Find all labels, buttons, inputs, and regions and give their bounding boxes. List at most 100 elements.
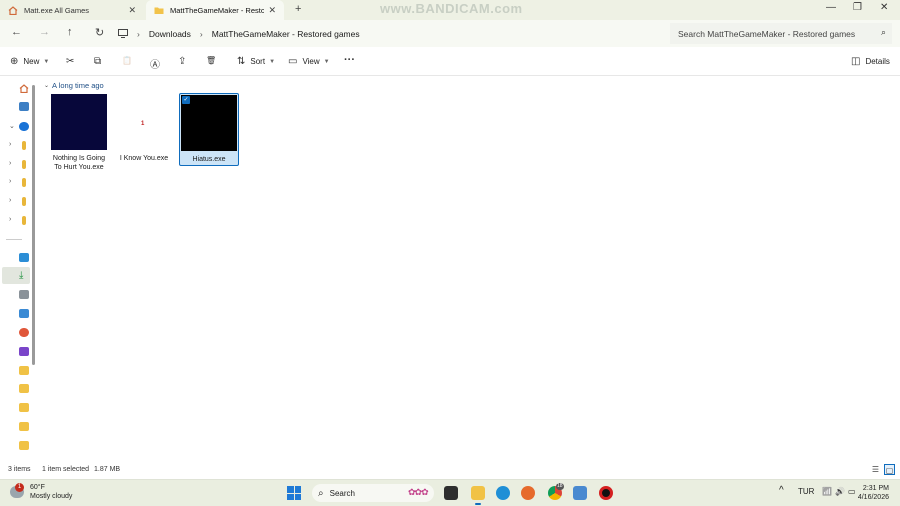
address-bar: ← → ↑ ↻ › Downloads › MattTheGameMaker -… (0, 20, 900, 47)
folder-icon[interactable] (19, 403, 29, 412)
wifi-icon[interactable]: 📶 (822, 487, 832, 496)
language-indicator[interactable]: TUR (798, 487, 814, 496)
folder-icon[interactable] (19, 384, 29, 393)
folder-icon[interactable] (22, 197, 26, 206)
back-button[interactable]: ← (11, 26, 22, 38)
taskbar: 1 60°F Mostly cloudy ⌕ Search ✿✿✿ 18 ^ T… (0, 479, 900, 506)
pictures-icon[interactable] (19, 309, 29, 318)
sort-button[interactable]: ⇅ Sort ▼ (237, 56, 275, 67)
tab-restored-games[interactable]: MattTheGameMaker - Restore ✕ (146, 0, 284, 20)
clipboard-icon: 📋 (122, 56, 132, 65)
clock-time: 2:31 PM (862, 485, 889, 492)
file-item[interactable]: Nothing Is Going To Hurt You.exe (49, 93, 109, 172)
rename-button[interactable]: Ⓐ (150, 56, 165, 71)
tiles-view-icon[interactable]: ▢ (884, 464, 895, 475)
monitor-icon[interactable] (118, 29, 128, 38)
item-count: 3 items (8, 466, 31, 473)
new-button[interactable]: ⊕ New ▼ (10, 56, 49, 67)
close-tab-icon[interactable]: ✕ (128, 5, 136, 16)
checkbox-checked-icon[interactable]: ✓ (182, 96, 190, 104)
view-icon: ▭ (288, 56, 298, 67)
volume-icon[interactable]: 🔊 (835, 487, 845, 496)
terminal-app-icon[interactable] (444, 486, 458, 500)
close-tab-icon[interactable]: ✕ (268, 5, 276, 16)
view-button[interactable]: ▭ View ▼ (288, 56, 330, 67)
cut-button[interactable]: ✂ (66, 56, 79, 67)
breadcrumb-current-folder[interactable]: MattTheGameMaker - Restored games (212, 29, 360, 39)
folder-icon[interactable] (22, 178, 26, 187)
clock[interactable]: 2:31 PM 4/16/2026 (855, 484, 889, 502)
onedrive-icon[interactable] (19, 122, 29, 131)
new-tab-button[interactable]: + (295, 3, 301, 15)
file-name: Nothing Is Going To Hurt You.exe (52, 155, 106, 171)
details-view-icon[interactable]: ☰ (870, 464, 881, 475)
nav-scrollbar[interactable] (32, 85, 35, 365)
scissors-icon: ✂ (66, 56, 75, 67)
selection-size: 1.87 MB (94, 466, 121, 473)
new-label: New (23, 57, 40, 66)
file-item[interactable]: 1 I Know You.exe (114, 93, 174, 163)
folder-icon[interactable] (19, 366, 29, 375)
tab-title: Matt.exe All Games (24, 5, 90, 15)
folder-icon[interactable] (22, 160, 26, 169)
paste-button[interactable]: 📋 (122, 56, 137, 65)
file-item-selected[interactable]: ✓ Hiatus.exe (179, 93, 239, 166)
desktop-icon[interactable] (19, 253, 29, 262)
group-label: A long time ago (52, 81, 104, 90)
tab-matt-all-games[interactable]: Matt.exe All Games ✕ (0, 0, 144, 20)
firefox-app-icon[interactable] (521, 486, 535, 500)
share-button[interactable]: ⇪ (178, 56, 191, 67)
delete-button[interactable]: 🗑 (206, 56, 221, 65)
chrome-app-icon[interactable]: 18 (548, 483, 564, 500)
edge-app-icon[interactable] (496, 486, 510, 500)
details-pane-icon: ◫ (851, 56, 861, 67)
chevron-down-icon: ▼ (323, 58, 330, 65)
home-icon (8, 5, 18, 15)
gallery-icon[interactable] (19, 102, 29, 111)
folder-icon[interactable] (19, 441, 29, 450)
copy-button[interactable]: ⧉ (94, 56, 106, 67)
search-icon: ⌕ (880, 27, 886, 37)
documents-icon[interactable] (19, 290, 29, 299)
videos-icon[interactable] (19, 347, 29, 356)
chevron-right-icon[interactable]: › (9, 160, 11, 167)
breadcrumb[interactable]: › Downloads › MattTheGameMaker - Restore… (118, 23, 663, 44)
file-list: ⌄ A long time ago Nothing Is Going To Hu… (38, 77, 900, 460)
more-options-button[interactable]: ··· (344, 54, 360, 66)
tray-chevron-icon[interactable]: ^ (779, 485, 784, 496)
folder-icon[interactable] (22, 216, 26, 225)
forward-button[interactable]: → (39, 26, 50, 38)
navigation-pane: ⌄ › › › › › ⤓ (0, 77, 36, 460)
command-bar: ⊕ New ▼ ✂ ⧉ 📋 Ⓐ ⇪ 🗑 ⇅ Sort ▼ ▭ View ▼ ··… (0, 48, 900, 76)
group-header[interactable]: ⌄ A long time ago (44, 81, 104, 90)
folder-icon[interactable] (19, 422, 29, 431)
chevron-down-icon[interactable]: ⌄ (9, 122, 15, 130)
more-icon: ··· (344, 54, 355, 66)
close-window-button[interactable]: ✕ (880, 2, 888, 13)
refresh-button[interactable]: ↻ (95, 26, 104, 39)
file-name: Hiatus.exe (192, 156, 226, 163)
chevron-right-icon[interactable]: › (9, 141, 11, 148)
maximize-button[interactable]: ❐ (853, 2, 862, 13)
folder-icon[interactable] (22, 141, 26, 150)
music-icon[interactable] (19, 328, 29, 337)
chevron-right-icon[interactable]: › (9, 216, 11, 223)
search-input[interactable]: Search MattTheGameMaker - Restored games… (670, 23, 892, 44)
home-icon[interactable] (19, 84, 29, 94)
search-label: Search (329, 488, 355, 498)
details-label: Details (865, 57, 890, 66)
details-button[interactable]: ◫ Details (851, 56, 890, 67)
bandicam-app-icon[interactable] (599, 486, 613, 500)
start-button[interactable] (287, 486, 301, 500)
chevron-right-icon[interactable]: › (9, 178, 11, 185)
photos-app-icon[interactable] (573, 486, 587, 500)
chevron-right-icon[interactable]: › (9, 197, 11, 204)
weather-widget[interactable]: 1 60°F Mostly cloudy (10, 483, 72, 501)
up-button[interactable]: ↑ (67, 26, 73, 38)
selection-count: 1 item selected (42, 466, 90, 473)
minimize-button[interactable]: — (826, 2, 836, 13)
file-explorer-app-icon[interactable] (471, 486, 485, 505)
breadcrumb-downloads[interactable]: Downloads (149, 29, 191, 39)
search-placeholder: Search MattTheGameMaker - Restored games (678, 28, 856, 39)
download-icon[interactable]: ⤓ (19, 271, 29, 281)
